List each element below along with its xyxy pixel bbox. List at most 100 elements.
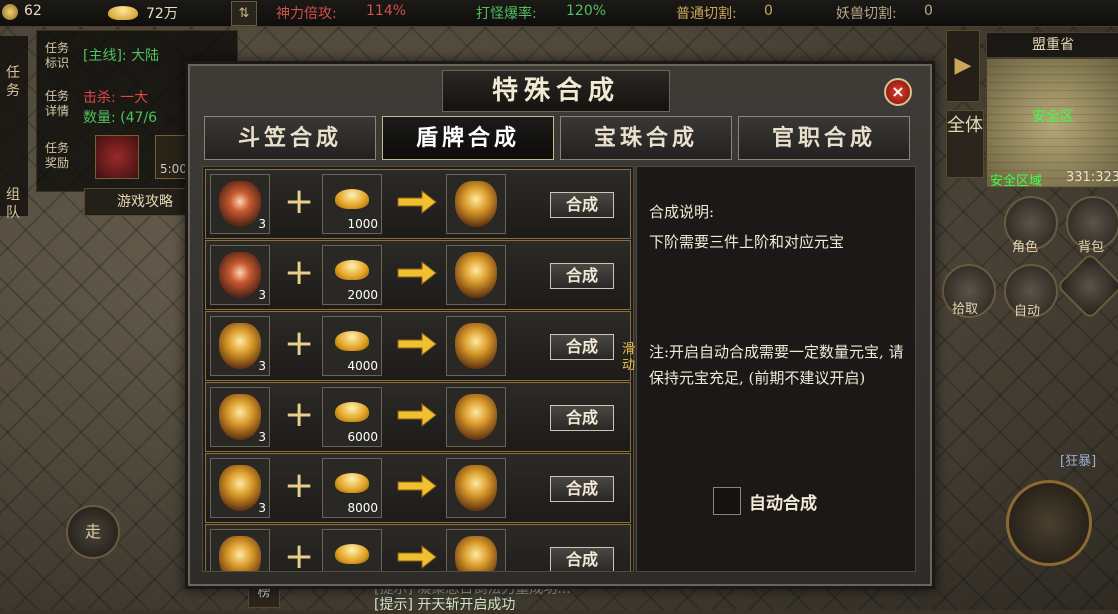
- input-shield-slot[interactable]: 3: [210, 387, 270, 447]
- input-count: 3: [258, 501, 266, 515]
- side-tab-team[interactable]: 组队: [2, 186, 24, 226]
- shield-icon: [455, 536, 497, 571]
- yuanbao-cost: 4000: [347, 359, 378, 373]
- yuanbao-cost-slot[interactable]: [322, 529, 382, 571]
- yuanbao-ingot-icon: [335, 473, 369, 493]
- yuanbao-cost: 6000: [347, 430, 378, 444]
- plus-icon: +: [284, 394, 315, 435]
- recipe-row: 3 +1000 合成: [205, 169, 631, 239]
- output-shield-slot[interactable]: [446, 458, 506, 518]
- yuanbao-ingot-icon: [335, 402, 369, 422]
- synthesis-info-panel: 合成说明: 下阶需要三件上阶和对应元宝 注:开启自动合成需要一定数量元宝, 请保…: [636, 166, 916, 572]
- quest-detail-label: 任务详情: [45, 89, 70, 118]
- side-tab-strip: 任务 组队: [0, 36, 28, 221]
- attack-sword-button[interactable]: [1006, 480, 1092, 566]
- info-line1: 下阶需要三件上阶和对应元宝: [649, 233, 845, 251]
- input-shield-slot[interactable]: 3: [210, 245, 270, 305]
- stat-label-drop: 打怪爆率:: [476, 6, 537, 22]
- yuanbao-cost: 8000: [347, 501, 378, 515]
- dialog-title: 特殊合成: [442, 70, 670, 112]
- close-button[interactable]: ×: [884, 78, 912, 106]
- merge-button[interactable]: 合成: [550, 405, 614, 431]
- plus-icon: +: [284, 181, 315, 222]
- tab-hat-synthesis[interactable]: 斗笠合成: [204, 116, 376, 160]
- shield-icon: [219, 252, 261, 298]
- yuanbao-cost-slot[interactable]: 6000: [322, 387, 382, 447]
- yuanbao-amount: 72万: [146, 6, 178, 22]
- yuanbao-cost: 1000: [347, 217, 378, 231]
- shield-icon: [455, 394, 497, 440]
- bag-label: 背包: [1078, 240, 1105, 255]
- synthesis-tabs: 斗笠合成 盾牌合成 宝珠合成 官职合成: [204, 116, 914, 162]
- safe-area-label: 安全区域: [990, 174, 1043, 189]
- tab-orb-synthesis[interactable]: 宝珠合成: [560, 116, 732, 160]
- input-shield-slot[interactable]: [210, 529, 270, 571]
- quest-count-text: 数量: (47/6: [83, 110, 158, 126]
- arrow-right-icon: [397, 189, 437, 215]
- auto-synthesis-checkbox[interactable]: [713, 487, 741, 515]
- yuanbao-ingot-icon: [335, 544, 369, 564]
- output-shield-slot[interactable]: [446, 174, 506, 234]
- quest-mark-value[interactable]: [主线]: 大陆: [83, 45, 159, 65]
- system-message-2: [提示] 开天斩开启成功: [374, 597, 516, 613]
- shield-icon: [219, 181, 261, 227]
- stat-value-drop: 120%: [566, 3, 607, 19]
- yuanbao-ingot-icon: [335, 189, 369, 209]
- top-status-bar: 62 72万 ⇅ 神力倍攻: 114% 打怪爆率: 120% 普通切割: 0 妖…: [0, 0, 1118, 27]
- output-shield-slot[interactable]: [446, 245, 506, 305]
- walk-button[interactable]: 走: [66, 505, 120, 559]
- yuanbao-ingot-icon: [335, 331, 369, 351]
- input-count: 3: [258, 359, 266, 373]
- input-shield-slot[interactable]: 3: [210, 316, 270, 376]
- tab-shield-synthesis[interactable]: 盾牌合成: [382, 116, 554, 160]
- pickup-label: 拾取: [952, 302, 979, 317]
- player-level: 62: [24, 3, 42, 19]
- recipe-list[interactable]: 3 +1000 合成 3 +2000 合成 3 +4000 合成 3 +6000 合成 3 +8000 合成…: [202, 166, 634, 572]
- yuanbao-cost-slot[interactable]: 4000: [322, 316, 382, 376]
- stat-label-power: 神力倍攻:: [276, 6, 337, 22]
- output-shield-slot[interactable]: [446, 316, 506, 376]
- map-coordinates: 331:323: [1066, 170, 1118, 185]
- yuanbao-cost-slot[interactable]: 8000: [322, 458, 382, 518]
- recipe-row: 3 +8000 合成: [205, 453, 631, 523]
- shield-icon: [219, 536, 261, 571]
- output-shield-slot[interactable]: [446, 387, 506, 447]
- quest-reward-label: 任务奖励: [45, 141, 70, 170]
- yuanbao-cost-slot[interactable]: 2000: [322, 245, 382, 305]
- input-shield-slot[interactable]: 3: [210, 174, 270, 234]
- merge-button[interactable]: 合成: [550, 547, 614, 571]
- yuanbao-cost-slot[interactable]: 1000: [322, 174, 382, 234]
- expand-arrow-button[interactable]: ▶: [946, 30, 980, 102]
- rage-label: [狂暴]: [1060, 454, 1097, 469]
- quest-kill-text: 击杀: 一大: [83, 90, 149, 106]
- arrow-right-icon: [397, 544, 437, 570]
- yuanbao-icon: [108, 6, 138, 20]
- stat-value-cut: 0: [764, 3, 773, 19]
- stat-value-power: 114%: [366, 3, 407, 19]
- merge-button[interactable]: 合成: [550, 263, 614, 289]
- yuanbao-cost: 2000: [347, 288, 378, 302]
- tab-rank-synthesis[interactable]: 官职合成: [738, 116, 910, 160]
- merge-button[interactable]: 合成: [550, 192, 614, 218]
- level-coin-icon: [2, 4, 18, 20]
- output-shield-slot[interactable]: [446, 529, 506, 571]
- safe-zone-label: 安全区: [1032, 109, 1074, 125]
- input-shield-slot[interactable]: 3: [210, 458, 270, 518]
- merge-button[interactable]: 合成: [550, 476, 614, 502]
- reward-timer: 5:00: [160, 162, 187, 176]
- shield-icon: [219, 394, 261, 440]
- plus-icon: +: [284, 252, 315, 293]
- quest-mark-label: 任务标识: [45, 41, 70, 70]
- plus-icon: +: [284, 465, 315, 506]
- reward-item-icon[interactable]: [95, 135, 139, 179]
- plus-icon: +: [284, 323, 315, 364]
- shield-icon: [455, 181, 497, 227]
- toggle-arrows-button[interactable]: ⇅: [231, 1, 257, 26]
- auto-label: 自动: [1014, 304, 1041, 319]
- recipe-row: 3 +2000 合成: [205, 240, 631, 310]
- shield-icon: [455, 465, 497, 511]
- merge-button[interactable]: 合成: [550, 334, 614, 360]
- input-count: 3: [258, 217, 266, 231]
- all-channel-button[interactable]: 全体: [946, 110, 984, 178]
- side-tab-quest[interactable]: 任务: [2, 64, 24, 100]
